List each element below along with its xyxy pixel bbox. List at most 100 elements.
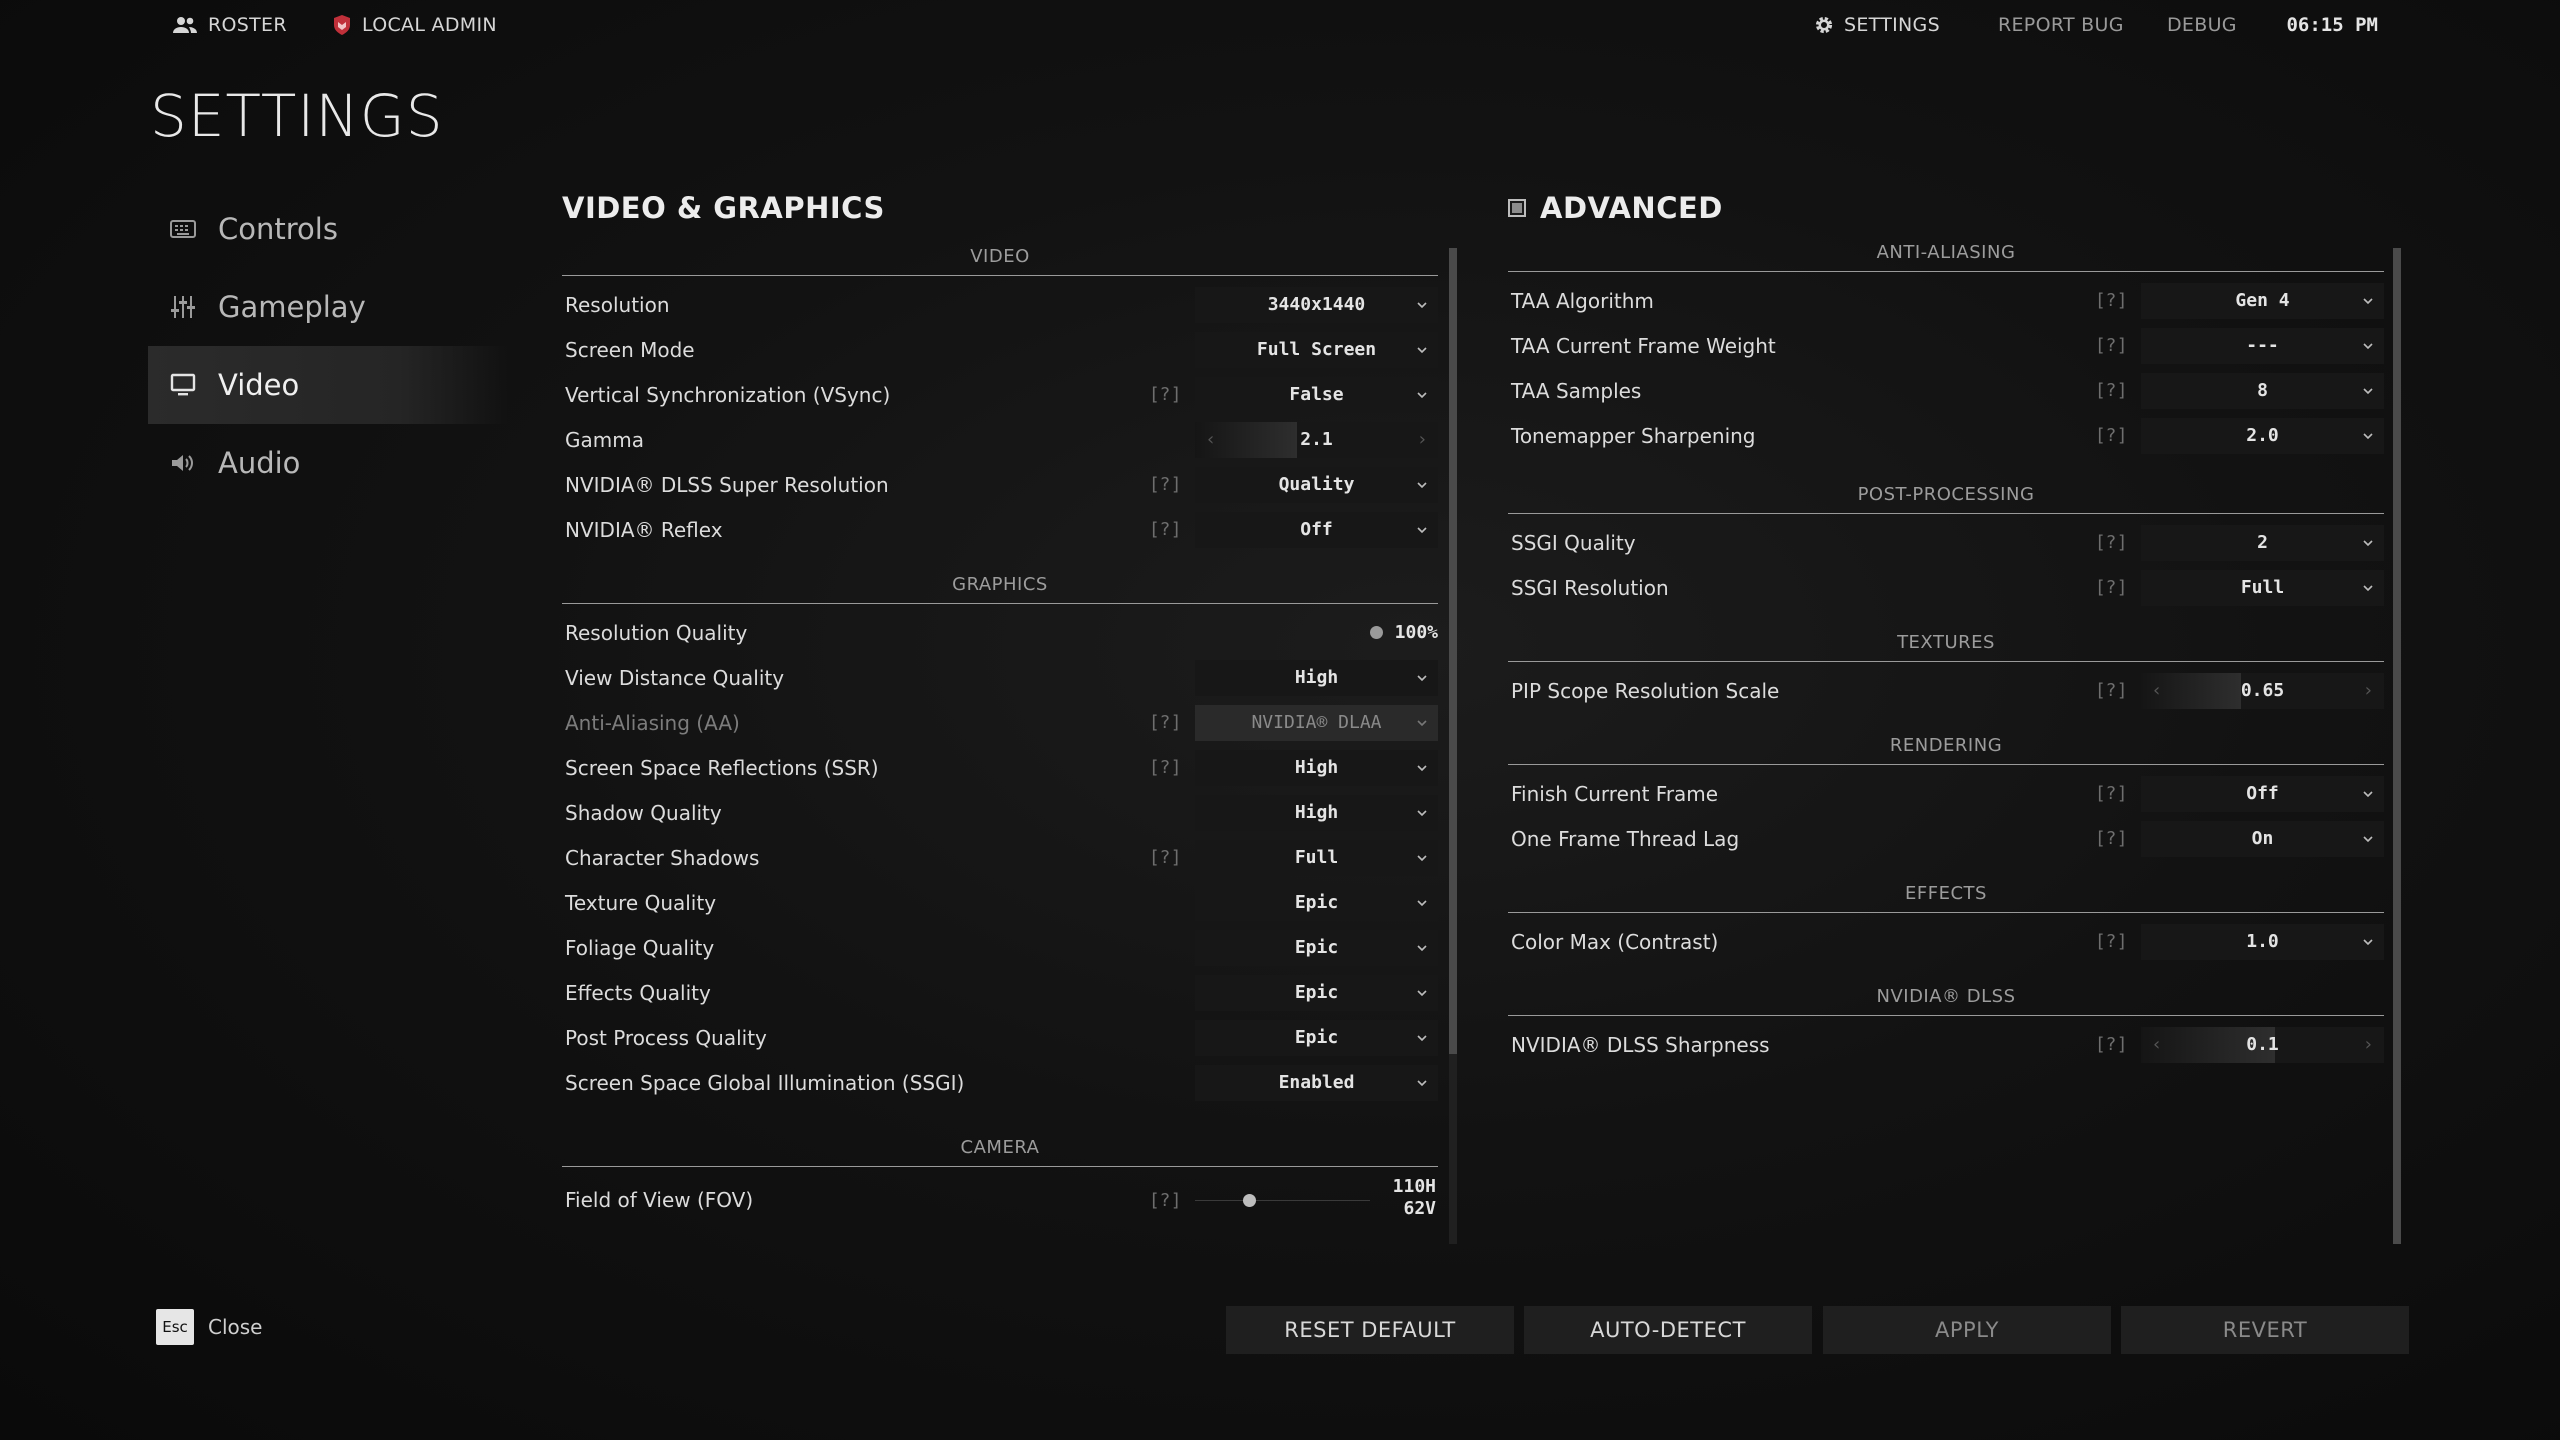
scrollbar-thumb[interactable] (1449, 248, 1457, 1054)
chevron-left-icon[interactable]: ‹ (2153, 1034, 2160, 1055)
color-max-dropdown[interactable]: 1.0 (2141, 923, 2384, 960)
video-panel-scrollbar[interactable] (1449, 248, 1457, 1244)
taa-algorithm-dropdown[interactable]: Gen 4 (2141, 282, 2384, 319)
chevron-right-icon[interactable]: › (2365, 680, 2372, 701)
character-shadows-dropdown[interactable]: Full (1195, 839, 1438, 876)
dropdown-value: 2 (2257, 532, 2268, 553)
sidebar-item-controls[interactable]: Controls (148, 190, 508, 268)
setting-row-view-distance: View Distance Quality High (562, 655, 1438, 700)
ssr-dropdown[interactable]: High (1195, 749, 1438, 786)
help-button[interactable]: [?] (2097, 931, 2127, 952)
settings-button[interactable]: SETTINGS (1814, 14, 1940, 36)
gamma-slider[interactable]: ‹ 2.1 › (1195, 421, 1438, 458)
revert-button[interactable]: REVERT (2121, 1306, 2409, 1354)
tonemapper-sharpening-dropdown[interactable]: 2.0 (2141, 417, 2384, 454)
people-icon (173, 17, 197, 33)
advanced-panel-scrollbar[interactable] (2393, 248, 2401, 1244)
setting-label: Tonemapper Sharpening (1511, 423, 1756, 448)
reset-default-button[interactable]: RESET DEFAULT (1226, 1306, 1514, 1354)
screen-mode-dropdown[interactable]: Full Screen (1195, 331, 1438, 368)
ssgi-dropdown[interactable]: Enabled (1195, 1064, 1438, 1101)
setting-label: NVIDIA® Reflex (565, 517, 723, 542)
shadow-quality-dropdown[interactable]: High (1195, 794, 1438, 831)
chevron-down-icon (1417, 674, 1427, 681)
chevron-right-icon[interactable]: › (2365, 1034, 2372, 1055)
help-button[interactable]: [?] (1151, 474, 1181, 495)
ssgi-resolution-dropdown[interactable]: Full (2141, 569, 2384, 606)
dropdown-value: Epic (1294, 937, 1339, 958)
dropdown-value: Epic (1294, 892, 1339, 913)
taa-frame-weight-dropdown[interactable]: --- (2141, 327, 2384, 364)
effects-quality-dropdown[interactable]: Epic (1195, 974, 1438, 1011)
one-frame-thread-lag-dropdown[interactable]: On (2141, 820, 2384, 857)
help-button[interactable]: [?] (2097, 532, 2127, 553)
setting-row-ssgi-resolution: SSGI Resolution [?] Full (1508, 565, 2384, 610)
help-button[interactable]: [?] (1151, 519, 1181, 540)
setting-row-ssgi: Screen Space Global Illumination (SSGI) … (562, 1060, 1438, 1105)
dropdown-value: High (1294, 757, 1339, 778)
dropdown-value: High (1294, 802, 1339, 823)
help-button[interactable]: [?] (2097, 680, 2127, 701)
resolution-dropdown[interactable]: 3440x1440 (1195, 286, 1438, 323)
help-button[interactable]: [?] (2097, 577, 2127, 598)
apply-button[interactable]: APPLY (1823, 1306, 2111, 1354)
help-button[interactable]: [?] (1151, 712, 1181, 733)
scrollbar-thumb[interactable] (2393, 248, 2401, 1244)
help-button[interactable]: [?] (2097, 783, 2127, 804)
esc-key-hint: Esc (156, 1309, 194, 1345)
dropdown-value: High (1294, 667, 1339, 688)
sidebar-item-audio[interactable]: Audio (148, 424, 508, 502)
slider-track[interactable] (1195, 1200, 1370, 1201)
post-process-quality-dropdown[interactable]: Epic (1195, 1019, 1438, 1056)
monitor-icon (170, 373, 196, 396)
advanced-toggle-checkbox[interactable] (1508, 199, 1526, 217)
help-button[interactable]: [?] (2097, 828, 2127, 849)
view-distance-dropdown[interactable]: High (1195, 659, 1438, 696)
sidebar-item-gameplay[interactable]: Gameplay (148, 268, 508, 346)
keyboard-icon (170, 220, 196, 238)
chevron-left-icon[interactable]: ‹ (2153, 680, 2160, 701)
slider-knob[interactable] (1243, 1194, 1256, 1207)
taa-samples-dropdown[interactable]: 8 (2141, 372, 2384, 409)
foliage-quality-dropdown[interactable]: Epic (1195, 929, 1438, 966)
debug-button[interactable]: DEBUG (2167, 14, 2237, 36)
reflex-dropdown[interactable]: Off (1195, 511, 1438, 548)
chevron-down-icon (2363, 539, 2373, 546)
dlss-super-resolution-dropdown[interactable]: Quality (1195, 466, 1438, 503)
report-bug-button[interactable]: REPORT BUG (1998, 14, 2124, 36)
sidebar-item-video[interactable]: Video (148, 346, 508, 424)
speaker-icon (172, 455, 193, 471)
help-button[interactable]: [?] (2097, 425, 2127, 446)
dlss-sharpness-slider[interactable]: ‹ 0.1 › (2141, 1026, 2384, 1063)
help-button[interactable]: [?] (1151, 757, 1181, 778)
chevron-left-icon[interactable]: ‹ (1207, 429, 1214, 450)
setting-row-color-max: Color Max (Contrast) [?] 1.0 (1508, 919, 2384, 964)
help-button[interactable]: [?] (2097, 290, 2127, 311)
texture-quality-dropdown[interactable]: Epic (1195, 884, 1438, 921)
help-button[interactable]: [?] (1151, 1190, 1181, 1211)
setting-label: Shadow Quality (565, 800, 722, 825)
help-button[interactable]: [?] (2097, 335, 2127, 356)
help-button[interactable]: [?] (1151, 384, 1181, 405)
local-admin-button[interactable]: LOCAL ADMIN (332, 14, 497, 36)
help-button[interactable]: [?] (2097, 380, 2127, 401)
slider-knob[interactable] (1369, 626, 1383, 639)
close-control[interactable]: Esc Close (156, 1309, 262, 1345)
slider-value: 2.1 (1300, 429, 1333, 450)
fov-slider[interactable]: 110H 62V (1195, 1176, 1438, 1224)
finish-current-frame-dropdown[interactable]: Off (2141, 775, 2384, 812)
resolution-quality-slider[interactable]: 100% (1195, 615, 1438, 651)
setting-label: TAA Algorithm (1511, 288, 1654, 313)
help-button[interactable]: [?] (1151, 847, 1181, 868)
sidebar-item-label: Audio (218, 446, 301, 480)
vsync-dropdown[interactable]: False (1195, 376, 1438, 413)
pip-scope-scale-slider[interactable]: ‹ 0.65 › (2141, 672, 2384, 709)
help-button[interactable]: [?] (2097, 1034, 2127, 1055)
roster-button[interactable]: ROSTER (172, 14, 287, 36)
chevron-right-icon[interactable]: › (1419, 429, 1426, 450)
auto-detect-button[interactable]: AUTO-DETECT (1524, 1306, 1812, 1354)
local-admin-label: LOCAL ADMIN (362, 14, 497, 36)
setting-row-fov: Field of View (FOV) [?] 110H 62V (562, 1173, 1438, 1227)
dropdown-value: Full (2240, 577, 2285, 598)
ssgi-quality-dropdown[interactable]: 2 (2141, 524, 2384, 561)
